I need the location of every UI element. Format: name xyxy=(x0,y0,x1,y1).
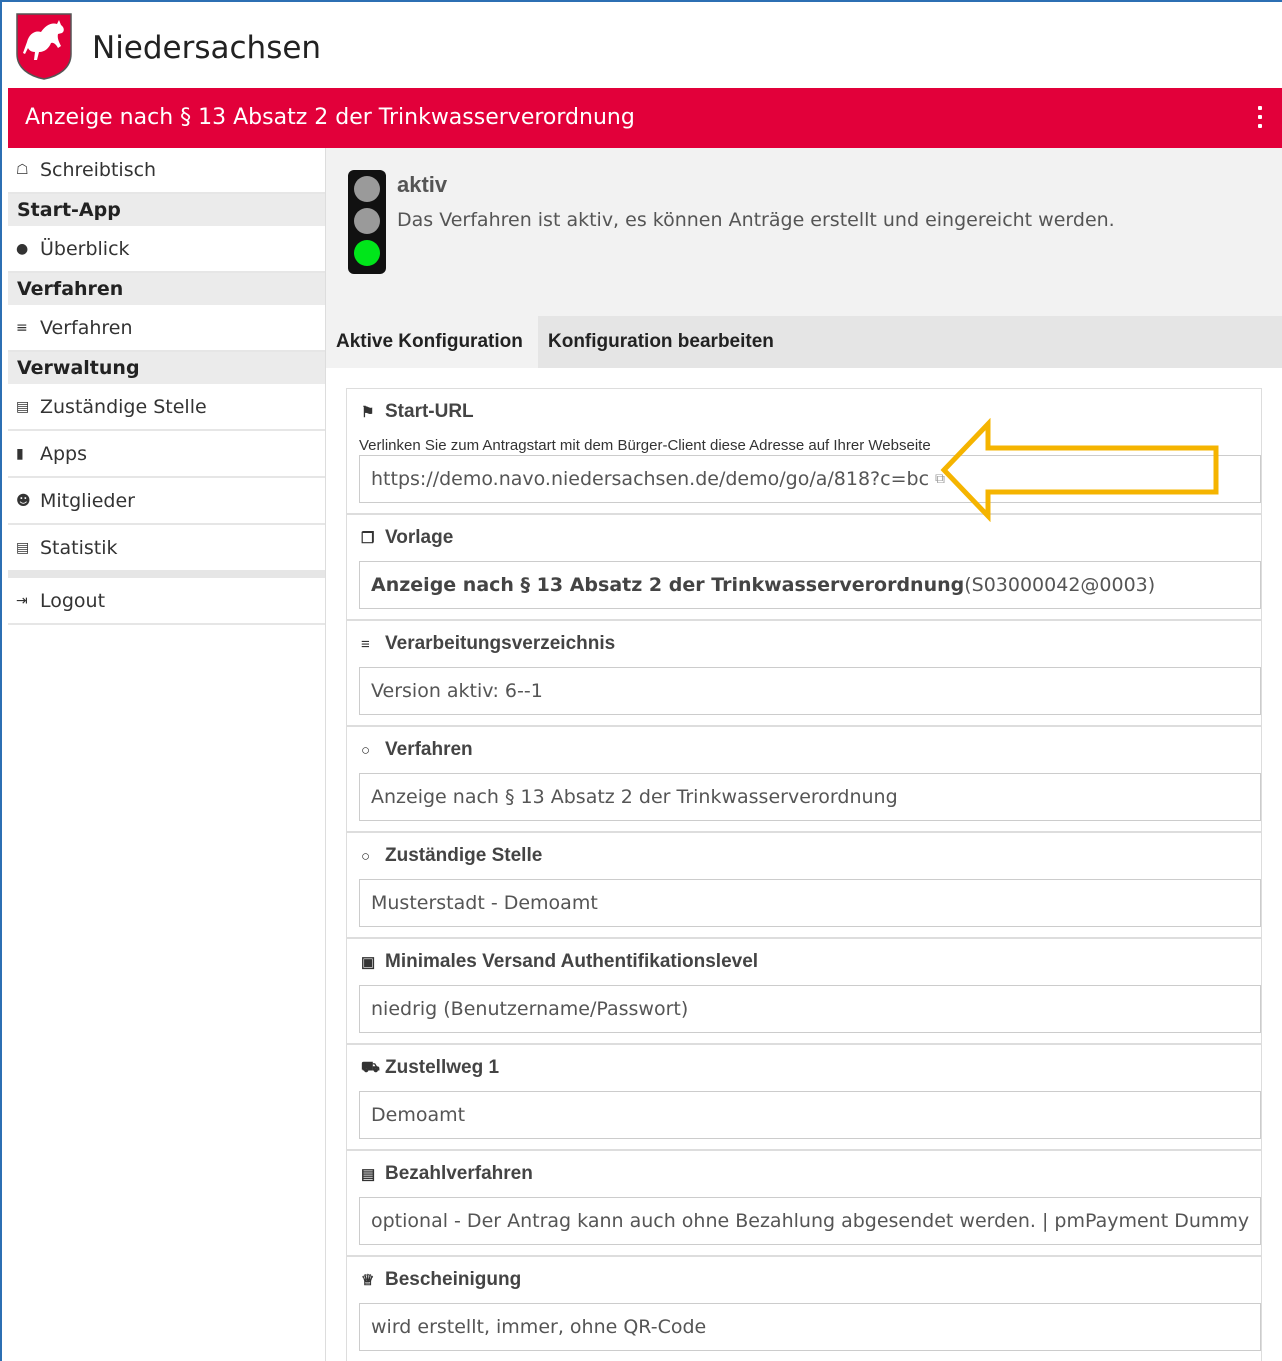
crown-icon: ♕ xyxy=(361,1272,375,1289)
copy-icon: ❐ xyxy=(361,530,375,547)
status-text: Das Verfahren ist aktiv, es können Anträ… xyxy=(397,209,1115,231)
card-label: Zustellweg 1 xyxy=(385,1057,500,1078)
logout-icon: ⇥ xyxy=(16,592,28,609)
card-header: ▤ Bezahlverfahren xyxy=(361,1163,533,1185)
card-header: ○ Verfahren xyxy=(361,739,473,761)
vorlage-id: (S03000042@0003) xyxy=(964,574,1156,596)
traffic-light-green-on xyxy=(354,240,380,266)
card-label: Vorlage xyxy=(385,527,454,548)
card-header: ⛟ Zustellweg 1 xyxy=(361,1057,499,1079)
sidebar-item-label: Apps xyxy=(40,442,88,465)
traffic-light-icon xyxy=(348,170,386,274)
sidebar-item-apps[interactable]: ▮ Apps xyxy=(8,431,325,478)
sidebar-item-label: Mitglieder xyxy=(40,489,135,512)
card-bezahlverfahren: ▤ Bezahlverfahren optional - Der Antrag k… xyxy=(346,1150,1262,1256)
id-card-icon: ▣ xyxy=(361,954,376,971)
flag-icon: ⚑ xyxy=(361,404,375,421)
tab-aktive-konfiguration[interactable]: Aktive Konfiguration xyxy=(326,316,538,368)
card-vorlage: ❐ Vorlage Anzeige nach § 13 Absatz 2 der … xyxy=(346,514,1262,620)
traffic-light-red-off xyxy=(354,176,380,202)
card-verarbeitungsverzeichnis: ≡ Verarbeitungsverzeichnis Version aktiv:… xyxy=(346,620,1262,726)
card-auth-level: ▣ Minimales Versand Authentifikationsleve… xyxy=(346,938,1262,1044)
sidebar: ☖ Schreibtisch Start-App ● Überblick Ver… xyxy=(8,148,326,1361)
sidebar-item-label: Überblick xyxy=(40,237,130,260)
card-header: ○ Zuständige Stelle xyxy=(361,845,542,867)
card-header: ≡ Verarbeitungsverzeichnis xyxy=(361,633,615,655)
sidebar-item-ueberblick[interactable]: ● Überblick xyxy=(8,226,325,273)
card-header: ⚑ Start-URL xyxy=(361,401,474,423)
card-label: Bezahlverfahren xyxy=(385,1163,533,1184)
sidebar-group-start-app: Start-App xyxy=(8,194,325,226)
apps-icon: ▮ xyxy=(16,445,24,462)
sidebar-item-schreibtisch[interactable]: ☖ Schreibtisch xyxy=(8,148,325,194)
card-header: ❐ Vorlage xyxy=(361,527,453,549)
cube-icon: ○ xyxy=(361,847,371,865)
home-icon: ☖ xyxy=(16,162,29,178)
tab-konfiguration-bearbeiten[interactable]: Konfiguration bearbeiten xyxy=(538,316,798,368)
users-icon: ☻ xyxy=(16,492,31,509)
credit-card-icon: ▤ xyxy=(361,1166,376,1183)
vorlage-name: Anzeige nach § 13 Absatz 2 der Trinkwass… xyxy=(371,574,965,596)
card-zustellweg: ⛟ Zustellweg 1 Demoamt xyxy=(346,1044,1262,1150)
start-url-hint: Verlinken Sie zum Antragstart mit dem Bü… xyxy=(359,437,931,454)
more-menu-icon[interactable] xyxy=(1254,102,1266,132)
lightbulb-icon: ● xyxy=(16,240,29,257)
zustellweg-field: Demoamt xyxy=(359,1091,1261,1139)
cube-icon: ○ xyxy=(361,741,371,759)
sidebar-group-verfahren: Verfahren xyxy=(8,273,325,305)
sidebar-item-label: Statistik xyxy=(40,536,118,559)
main-content: aktiv Das Verfahren ist aktiv, es können… xyxy=(326,148,1282,1361)
niedersachsen-horse-logo-icon[interactable] xyxy=(15,12,73,80)
sidebar-item-label: Verfahren xyxy=(40,316,133,339)
sidebar-item-label: Zuständige Stelle xyxy=(40,395,207,418)
sidebar-item-verfahren[interactable]: ≡ Verfahren xyxy=(8,305,325,352)
card-label: Start-URL xyxy=(385,401,474,422)
list-icon: ≡ xyxy=(16,319,28,336)
card-label: Bescheinigung xyxy=(385,1269,522,1290)
bezahl-field: optional - Der Antrag kann auch ohne Bez… xyxy=(359,1197,1261,1245)
card-label: Verarbeitungsverzeichnis xyxy=(385,633,616,654)
truck-icon: ⛟ xyxy=(361,1058,380,1076)
list-icon: ≡ xyxy=(361,635,370,653)
card-header: ▣ Minimales Versand Authentifikationsleve… xyxy=(361,951,758,973)
auth-level-field: niedrig (Benutzername/Passwort) xyxy=(359,985,1261,1033)
vorlage-field: Anzeige nach § 13 Absatz 2 der Trinkwass… xyxy=(359,561,1261,609)
chart-icon: ▤ xyxy=(16,539,30,556)
card-header: ♕ Bescheinigung xyxy=(361,1269,521,1291)
verfahren-field: Anzeige nach § 13 Absatz 2 der Trinkwass… xyxy=(359,773,1261,821)
annotation-arrow-icon xyxy=(940,418,1219,522)
sidebar-item-mitglieder[interactable]: ☻ Mitglieder xyxy=(8,478,325,525)
bescheinigung-field: wird erstellt, immer, ohne QR-Code xyxy=(359,1303,1261,1351)
brand-name: Niedersachsen xyxy=(92,30,322,66)
sidebar-item-label: Logout xyxy=(40,589,106,612)
sidebar-item-logout[interactable]: ⇥ Logout xyxy=(8,578,325,625)
card-verfahren: ○ Verfahren Anzeige nach § 13 Absatz 2 de… xyxy=(346,726,1262,832)
status-panel: aktiv Das Verfahren ist aktiv, es können… xyxy=(326,148,1282,316)
card-label: Zuständige Stelle xyxy=(385,845,543,866)
site-header: Niedersachsen xyxy=(8,8,1282,88)
status-title: aktiv xyxy=(397,172,448,197)
card-zustaendige-stelle: ○ Zuständige Stelle Musterstadt - Demoamt xyxy=(346,832,1262,938)
tab-bar: Aktive Konfiguration Konfiguration bearb… xyxy=(326,316,1282,368)
card-bescheinigung: ♕ Bescheinigung wird erstellt, immer, ohn… xyxy=(346,1256,1262,1361)
card-label: Verfahren xyxy=(385,739,473,760)
traffic-light-yellow-off xyxy=(354,208,380,234)
verarbeitung-field: Version aktiv: 6--1 xyxy=(359,667,1261,715)
card-label: Minimales Versand Authentifikationslevel xyxy=(385,951,759,972)
sidebar-group-verwaltung: Verwaltung xyxy=(8,352,325,384)
sidebar-item-zustaendige-stelle[interactable]: ▤ Zuständige Stelle xyxy=(8,384,325,431)
title-bar: Anzeige nach § 13 Absatz 2 der Trinkwass… xyxy=(8,88,1282,148)
config-list: ⚑ Start-URL Verlinken Sie zum Antragstart… xyxy=(346,388,1262,1361)
stelle-field: Musterstadt - Demoamt xyxy=(359,879,1261,927)
building-icon: ▤ xyxy=(16,398,30,415)
sidebar-item-label: Schreibtisch xyxy=(40,159,157,181)
sidebar-item-statistik[interactable]: ▤ Statistik xyxy=(8,525,325,572)
page-title: Anzeige nach § 13 Absatz 2 der Trinkwass… xyxy=(25,105,635,130)
start-url-link[interactable]: https://demo.navo.niedersachsen.de/demo/… xyxy=(371,468,929,490)
